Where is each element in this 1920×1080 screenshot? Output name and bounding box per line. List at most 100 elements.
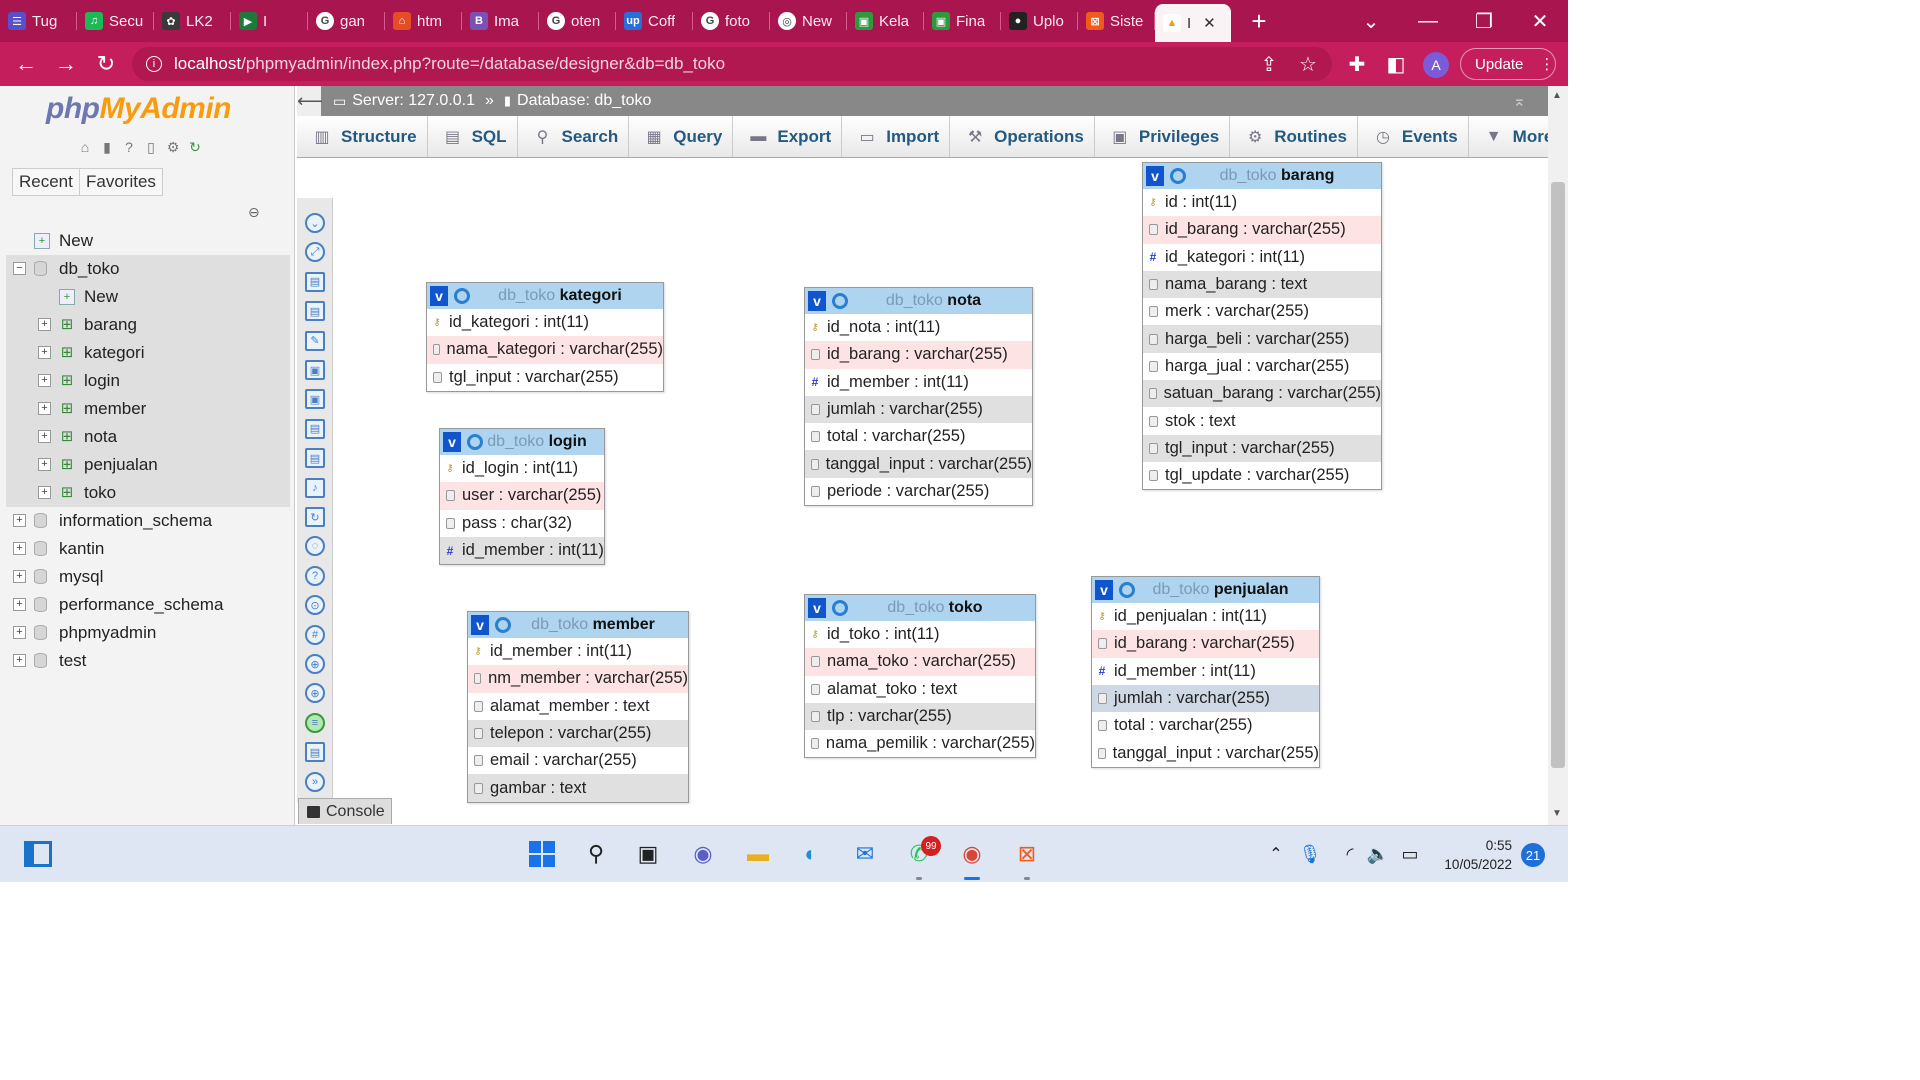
tree-item-database[interactable]: + test xyxy=(6,647,290,675)
tab-routines[interactable]: ⚙ Routines xyxy=(1230,116,1358,157)
file-explorer-icon[interactable]: ▬ xyxy=(742,838,774,870)
angular-links-icon[interactable]: ⊙ xyxy=(305,595,325,616)
designer-column-row[interactable]: ⚷ id_kategori : int(11) xyxy=(427,309,663,336)
scroll-up-icon[interactable]: ▲ xyxy=(1552,90,1562,101)
designer-table-header[interactable]: v db_toko member xyxy=(468,612,688,638)
create-table-icon[interactable]: ▤ xyxy=(305,448,325,469)
browser-tab[interactable]: Goten xyxy=(539,0,616,42)
update-button[interactable]: Update ⋮ xyxy=(1460,48,1556,80)
designer-column-row[interactable]: nama_barang : text xyxy=(1143,270,1381,299)
extensions-icon[interactable]: ✚ xyxy=(1342,49,1372,79)
tree-item-table[interactable]: + ⊞ kategori xyxy=(6,339,290,367)
breadcrumb-server[interactable]: Server: 127.0.0.1 xyxy=(352,92,475,110)
designer-column-row[interactable]: # id_kategori : int(11) xyxy=(1143,244,1381,271)
designer-column-row[interactable]: tanggal_input : varchar(255) xyxy=(1092,739,1319,766)
browser-tab-active[interactable]: ▲ I ✕ xyxy=(1155,4,1231,42)
tree-item-new[interactable]: + New xyxy=(6,283,290,311)
designer-table-header[interactable]: v db_toko login xyxy=(440,429,604,455)
add-tables-icon[interactable]: ▤ xyxy=(305,271,325,292)
expand-icon[interactable]: + xyxy=(13,654,26,667)
browser-tab[interactable]: up Coff xyxy=(616,0,693,42)
designer-column-row[interactable]: tlp : varchar(255) xyxy=(805,702,1035,731)
tree-item-database[interactable]: + information_schema xyxy=(6,507,290,535)
browser-tab[interactable]: ⊠ Siste xyxy=(1078,0,1155,42)
designer-column-row[interactable]: telepon : varchar(255) xyxy=(468,719,688,748)
expand-icon[interactable]: + xyxy=(38,402,51,415)
designer-column-row[interactable]: ⚷ id_member : int(11) xyxy=(468,638,688,665)
designer-table-header[interactable]: v db_toko toko xyxy=(805,595,1035,621)
tree-item-new[interactable]: + New xyxy=(6,227,290,255)
designer-column-row[interactable]: jumlah : varchar(255) xyxy=(1092,684,1319,713)
tree-item-database[interactable]: + mysql xyxy=(6,563,290,591)
expand-icon[interactable]: + xyxy=(38,346,51,359)
expand-icon[interactable]: + xyxy=(38,458,51,471)
create-relation-icon[interactable]: ♪ xyxy=(305,477,325,498)
notification-count-badge[interactable]: 21 xyxy=(1521,843,1545,867)
designer-column-row[interactable]: nama_toko : varchar(255) xyxy=(805,648,1035,676)
designer-column-row[interactable]: tgl_input : varchar(255) xyxy=(1143,434,1381,462)
link-with-main-panel-icon[interactable]: ⊖ xyxy=(248,204,260,221)
tab-events[interactable]: ◷ Events xyxy=(1358,116,1469,157)
logout-icon[interactable]: ▮ xyxy=(98,138,116,156)
tab-import[interactable]: ▭ Import xyxy=(842,116,951,157)
forward-button[interactable]: → xyxy=(46,44,86,84)
reload-button[interactable]: ↻ xyxy=(86,44,126,84)
widgets-icon[interactable] xyxy=(22,838,54,870)
scrollbar-thumb[interactable] xyxy=(1551,182,1565,768)
designer-table-member[interactable]: v db_toko member ⚷ id_member : int(11) nm_me… xyxy=(467,611,689,803)
designer-table-login[interactable]: v db_toko login ⚷ id_login : int(11) user : … xyxy=(439,428,605,566)
tab-sql[interactable]: ▤ SQL xyxy=(428,116,518,157)
restore-button[interactable]: ❐ xyxy=(1456,0,1512,42)
tab-search-chevron-icon[interactable]: ⌄ xyxy=(1343,0,1399,42)
tree-item-table[interactable]: + ⊞ toko xyxy=(6,479,290,507)
designer-column-row[interactable]: tanggal_input : varchar(255) xyxy=(805,450,1032,478)
collapse-top-icon[interactable]: ⌅ xyxy=(1513,91,1526,111)
designer-column-row[interactable]: ⚷ id_toko : int(11) xyxy=(805,621,1035,648)
designer-table-toko[interactable]: v db_toko toko ⚷ id_toko : int(11) nama_toko… xyxy=(804,594,1036,759)
tree-item-database[interactable]: + performance_schema xyxy=(6,591,290,619)
tab-structure[interactable]: ▥ Structure xyxy=(297,116,428,157)
designer-canvas[interactable]: ⌄ ⤢ ▤ ▤ ✎ ▣ ▣ ▤ ▤ ♪ ↻ ◌? ⊙ # ⊕ ⊕ ≡ ▤ » Console v db_toko ka… xyxy=(297,158,1548,825)
designer-column-row[interactable]: # id_member : int(11) xyxy=(440,536,604,565)
expand-icon[interactable]: + xyxy=(38,318,51,331)
designer-column-row[interactable]: nama_pemilik : varchar(255) xyxy=(805,730,1035,757)
expand-icon[interactable]: + xyxy=(38,430,51,443)
tree-item-database[interactable]: + phpmyadmin xyxy=(6,619,290,647)
search-icon[interactable]: ⚲ xyxy=(580,838,612,870)
reload-icon[interactable]: ◌ xyxy=(305,536,325,557)
tab-more[interactable]: ▼ More xyxy=(1469,116,1548,157)
home-icon[interactable]: ⌂ xyxy=(76,138,94,156)
designer-column-row[interactable]: id_barang : varchar(255) xyxy=(1143,216,1381,244)
designer-column-row[interactable]: harga_beli : varchar(255) xyxy=(1143,325,1381,353)
tab-export[interactable]: ▬ Export xyxy=(733,116,843,157)
tree-item-table[interactable]: + ⊞ login xyxy=(6,367,290,395)
browser-tab[interactable]: ● Uplo xyxy=(1001,0,1078,42)
close-window-button[interactable]: ✕ xyxy=(1512,0,1568,42)
designer-column-row[interactable]: email : varchar(255) xyxy=(468,747,688,774)
browser-tab[interactable]: ☰ Tug xyxy=(0,0,77,42)
designer-column-row[interactable]: stok : text xyxy=(1143,407,1381,434)
show-all-icon[interactable]: ⌄ xyxy=(305,213,325,233)
profile-avatar[interactable]: A xyxy=(1423,52,1449,78)
delete-page-icon[interactable]: ▤ xyxy=(305,418,325,439)
designer-table-penjualan[interactable]: v db_toko penjualan ⚷ id_penjualan : int(11… xyxy=(1091,576,1320,768)
new-tab-button[interactable]: + xyxy=(1239,6,1279,37)
start-windows-icon[interactable] xyxy=(526,838,558,870)
designer-column-row[interactable]: ⚷ id_login : int(11) xyxy=(440,455,604,482)
designer-column-row[interactable]: user : varchar(255) xyxy=(440,482,604,510)
browser-tab[interactable]: ▣ Kela xyxy=(847,0,924,42)
designer-column-row[interactable]: ⚷ id_nota : int(11) xyxy=(805,314,1032,341)
browser-tab[interactable]: B Ima xyxy=(462,0,539,42)
designer-table-barang[interactable]: v db_toko barang ⚷ id : int(11) id_barang : … xyxy=(1142,162,1382,491)
designer-table-header[interactable]: v db_toko penjualan xyxy=(1092,577,1319,603)
designer-column-row[interactable]: ⚷ id : int(11) xyxy=(1143,189,1381,216)
kebab-menu-icon[interactable]: ⋮ xyxy=(1539,55,1554,73)
task-view-icon[interactable]: ▣ xyxy=(632,838,664,870)
edit-page-icon[interactable]: ✎ xyxy=(305,330,325,351)
expand-icon[interactable]: + xyxy=(38,374,51,387)
chrome-icon[interactable]: ◉ xyxy=(956,838,988,870)
minimize-button[interactable]: — xyxy=(1400,0,1456,42)
tab-search[interactable]: ⚲ Search xyxy=(518,116,630,157)
tab-query[interactable]: ▦ Query xyxy=(629,116,734,157)
designer-column-row[interactable]: total : varchar(255) xyxy=(1092,712,1319,739)
